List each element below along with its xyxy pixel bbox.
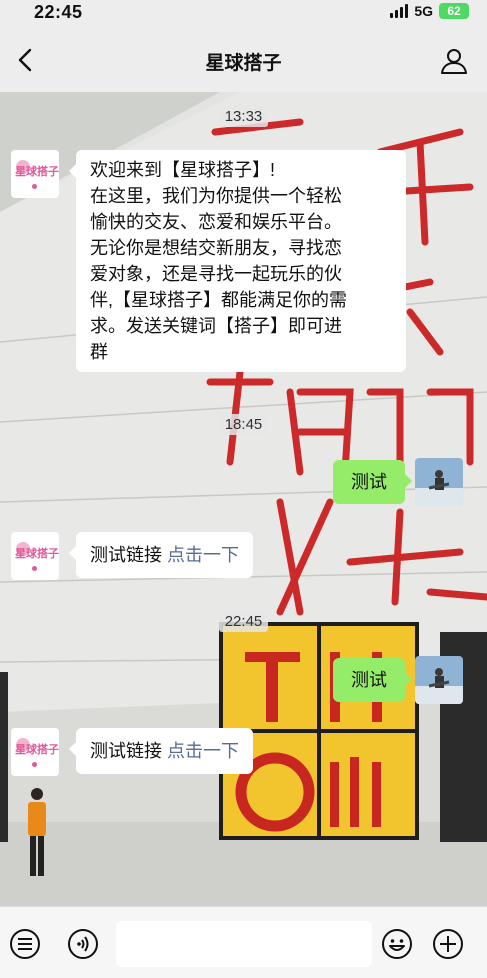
click-link[interactable]: 点击一下 bbox=[167, 545, 239, 565]
outgoing-message-bubble[interactable]: 测试 bbox=[333, 658, 412, 702]
message-line: 无论你是想结交新朋友，寻找恋 bbox=[90, 238, 342, 258]
timestamp-text: 13:33 bbox=[218, 106, 269, 127]
timestamp-text: 18:45 bbox=[218, 414, 269, 435]
message-line: 在这里，我们为你提供一个轻松 bbox=[90, 186, 342, 206]
message-line: 愉快的交友、恋爱和娱乐平台。 bbox=[90, 212, 342, 232]
message-line: 欢迎来到【星球搭子】! bbox=[90, 160, 275, 180]
chat-title: 星球搭子 bbox=[205, 53, 282, 74]
battery-icon: 62 bbox=[439, 3, 469, 19]
welcome-message-bubble[interactable]: 欢迎来到【星球搭子】! 在这里，我们为你提供一个轻松 愉快的交友、恋爱和娱乐平台… bbox=[69, 150, 406, 372]
chat-area[interactable]: 13:33 星球搭子 欢迎来到【星球搭子】! 在这里，我们为你提供一个轻松 愉快… bbox=[0, 92, 487, 906]
message-line: 伴,【星球搭子】都能满足你的需 bbox=[90, 290, 347, 310]
user-avatar[interactable] bbox=[415, 656, 463, 704]
timestamp: 22:45 bbox=[0, 611, 487, 632]
plus-icon[interactable] bbox=[431, 927, 465, 961]
message-text: 测试链接 bbox=[90, 545, 162, 565]
message-line: 爱对象，还是寻找一起玩乐的伙 bbox=[90, 264, 342, 284]
voice-icon[interactable] bbox=[66, 927, 100, 961]
message-text: 测试链接 bbox=[90, 741, 162, 761]
message-text: 测试 bbox=[351, 472, 387, 492]
outgoing-message-bubble[interactable]: 测试 bbox=[333, 460, 412, 504]
signal-icon bbox=[390, 4, 409, 18]
timestamp: 18:45 bbox=[0, 414, 487, 435]
timestamp: 13:33 bbox=[0, 106, 487, 127]
link-message-bubble[interactable]: 测试链接 点击一下 bbox=[68, 532, 254, 578]
message-line: 群 bbox=[90, 342, 108, 362]
status-indicators: 5G 62 bbox=[390, 3, 469, 19]
click-link[interactable]: 点击一下 bbox=[167, 741, 239, 761]
menu-icon[interactable] bbox=[8, 927, 42, 961]
message-line: 求。发送关键词【搭子】即可进 bbox=[90, 316, 342, 336]
bot-avatar[interactable]: 星球搭子 bbox=[11, 150, 59, 198]
message-input[interactable] bbox=[116, 921, 372, 967]
user-icon[interactable] bbox=[439, 46, 469, 76]
emoji-icon[interactable] bbox=[380, 927, 414, 961]
link-message-bubble[interactable]: 测试链接 点击一下 bbox=[68, 728, 254, 774]
message-text: 测试 bbox=[351, 670, 387, 690]
bot-avatar[interactable]: 星球搭子 bbox=[11, 728, 59, 776]
bot-avatar[interactable]: 星球搭子 bbox=[11, 532, 59, 580]
nav-bar: 星球搭子 bbox=[0, 28, 487, 92]
user-avatar[interactable] bbox=[415, 458, 463, 506]
input-bar bbox=[0, 906, 487, 978]
timestamp-text: 22:45 bbox=[218, 611, 269, 632]
status-time: 22:45 bbox=[34, 2, 83, 22]
status-bar: 22:45 5G 62 bbox=[0, 0, 487, 28]
network-type: 5G bbox=[414, 3, 433, 19]
